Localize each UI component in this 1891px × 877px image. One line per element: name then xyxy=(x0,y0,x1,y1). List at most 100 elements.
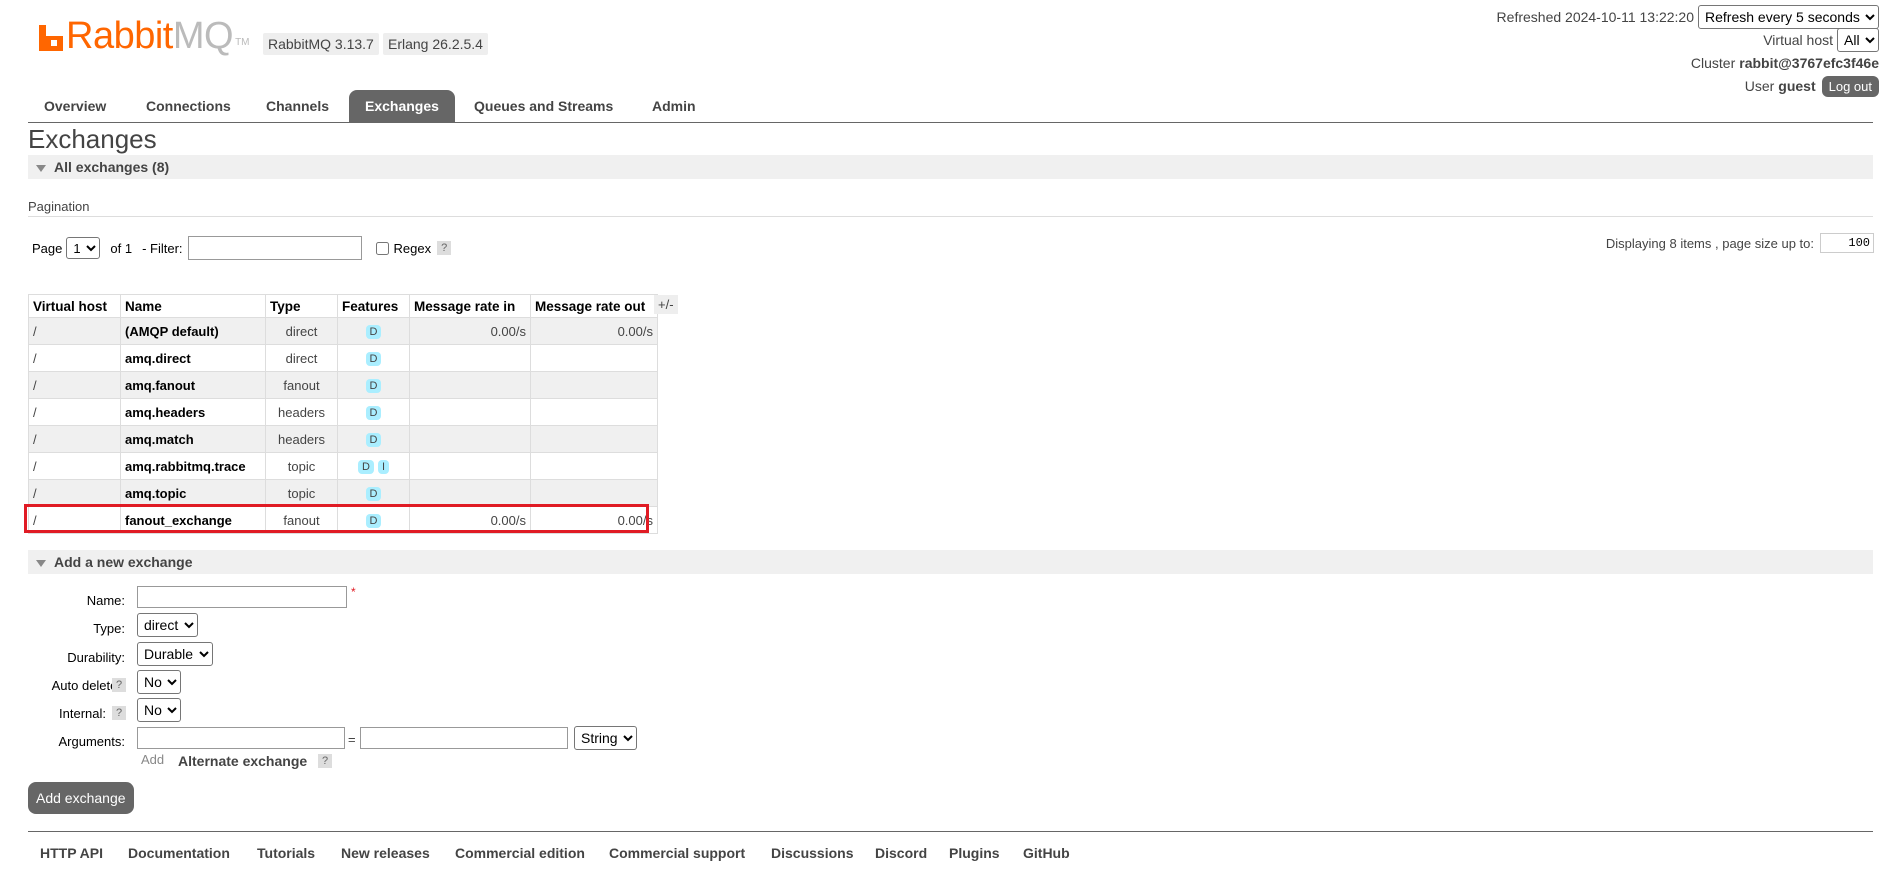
table-header-row: Virtual host Name Type Features Message … xyxy=(28,294,658,318)
cell-rate-in: 0.00/s xyxy=(409,317,531,345)
displaying-items-label: Displaying 8 items , page size up to: xyxy=(1605,235,1814,251)
add-exchange-button[interactable]: Add exchange xyxy=(28,782,134,814)
tab-admin[interactable]: Admin xyxy=(636,90,712,122)
cell-name-link[interactable]: (AMQP default) xyxy=(120,317,266,345)
col-message-rate-out[interactable]: Message rate out xyxy=(530,294,658,318)
feature-internal-badge[interactable]: I xyxy=(377,460,389,474)
vhost-select[interactable]: All xyxy=(1837,28,1879,52)
cell-name-link[interactable]: amq.match xyxy=(120,425,266,453)
exchange-name-input[interactable] xyxy=(137,586,347,608)
tab-channels[interactable]: Channels xyxy=(250,90,345,122)
auto-delete-label: Auto delete: xyxy=(51,678,121,693)
table-row[interactable]: / amq.fanout fanout D xyxy=(28,371,658,399)
cell-type: fanout xyxy=(265,371,338,399)
argument-value-input[interactable] xyxy=(360,727,568,749)
display-info: Displaying 8 items , page size up to: xyxy=(1606,233,1874,253)
col-message-rate-in[interactable]: Message rate in xyxy=(409,294,531,318)
internal-help-icon[interactable]: ? xyxy=(112,706,127,720)
table-row[interactable]: / (AMQP default) direct D 0.00/s 0.00/s xyxy=(28,317,658,345)
cell-rate-out xyxy=(530,452,658,480)
tab-exchanges[interactable]: Exchanges xyxy=(349,90,455,122)
exchange-type-select[interactable]: direct xyxy=(137,613,198,637)
table-row[interactable]: / amq.headers headers D xyxy=(28,398,658,426)
page-select[interactable]: 1 xyxy=(66,237,101,259)
footer-link-discussions[interactable]: Discussions xyxy=(771,845,853,861)
cell-rate-in xyxy=(409,371,531,399)
cell-rate-out xyxy=(530,398,658,426)
internal-select[interactable]: No xyxy=(137,698,181,722)
footer-link-http-api[interactable]: HTTP API xyxy=(40,845,103,861)
table-row[interactable]: / amq.direct direct D xyxy=(28,344,658,372)
filter-input[interactable] xyxy=(187,236,362,260)
cell-name-link[interactable]: amq.rabbitmq.trace xyxy=(120,452,266,480)
cell-type: direct xyxy=(265,344,338,372)
cell-rate-out xyxy=(530,479,658,507)
refresh-interval-select[interactable]: Refresh every 5 seconds xyxy=(1698,5,1879,29)
auto-delete-help-icon[interactable]: ? xyxy=(112,678,127,692)
cell-name-link[interactable]: amq.headers xyxy=(120,398,266,426)
cell-name-link[interactable]: amq.topic xyxy=(120,479,266,507)
feature-durable-badge[interactable]: D xyxy=(365,325,382,339)
add-argument-link[interactable]: Add xyxy=(141,752,164,767)
table-row[interactable]: / amq.match headers D xyxy=(28,425,658,453)
feature-durable-badge[interactable]: D xyxy=(365,352,382,366)
footer-link-documentation[interactable]: Documentation xyxy=(128,845,230,861)
argument-type-select[interactable]: String xyxy=(574,726,637,750)
cell-name-link[interactable]: amq.direct xyxy=(120,344,266,372)
tab-queues-and-streams[interactable]: Queues and Streams xyxy=(458,90,629,122)
footer-link-github[interactable]: GitHub xyxy=(1023,845,1070,861)
footer-link-new-releases[interactable]: New releases xyxy=(341,845,430,861)
regex-help-icon[interactable]: ? xyxy=(437,241,452,255)
rabbitmq-logo[interactable]: Rabbit MQ TM xyxy=(39,16,250,56)
alternate-exchange-help-icon[interactable]: ? xyxy=(318,754,333,768)
durability-label: Durability: xyxy=(67,650,125,665)
cell-features: D xyxy=(337,344,410,372)
cell-features: D xyxy=(337,398,410,426)
cluster-label: Cluster xyxy=(1690,55,1736,71)
page-size-input[interactable] xyxy=(1820,233,1874,253)
cell-type: headers xyxy=(265,398,338,426)
cell-rate-out xyxy=(530,371,658,399)
add-exchange-toggle[interactable]: Add a new exchange xyxy=(28,550,1873,574)
cell-type: direct xyxy=(265,317,338,345)
col-type[interactable]: Type xyxy=(265,294,338,318)
all-exchanges-toggle[interactable]: All exchanges (8) xyxy=(28,155,1873,179)
cell-rate-out: 0.00/s xyxy=(530,317,658,345)
durability-select[interactable]: Durable xyxy=(137,642,213,666)
cell-vhost: / xyxy=(28,317,121,345)
cell-vhost: / xyxy=(28,344,121,372)
header-status: Refreshed 2024-10-11 13:22:20 Refresh ev… xyxy=(1497,5,1879,98)
argument-key-input[interactable] xyxy=(137,727,345,749)
col-name[interactable]: Name xyxy=(120,294,266,318)
footer-link-commercial-support[interactable]: Commercial support xyxy=(609,845,745,861)
cell-rate-in xyxy=(409,398,531,426)
table-row[interactable]: / amq.topic topic D xyxy=(28,479,658,507)
cell-rate-out xyxy=(530,425,658,453)
toggle-columns-button[interactable]: +/- xyxy=(654,295,678,314)
pagination-divider xyxy=(28,216,1873,217)
feature-durable-badge[interactable]: D xyxy=(365,379,382,393)
col-virtual-host[interactable]: Virtual host xyxy=(28,294,121,318)
cluster-name: rabbit@3767efc3f46e xyxy=(1739,55,1879,71)
footer-link-tutorials[interactable]: Tutorials xyxy=(257,845,315,861)
tab-overview[interactable]: Overview xyxy=(28,90,122,122)
cell-rate-out xyxy=(530,344,658,372)
rabbitmq-version-badge: RabbitMQ 3.13.7 xyxy=(263,33,379,55)
feature-durable-badge[interactable]: D xyxy=(357,460,374,474)
feature-durable-badge[interactable]: D xyxy=(365,433,382,447)
col-features[interactable]: Features xyxy=(337,294,410,318)
feature-durable-badge[interactable]: D xyxy=(365,487,382,501)
footer-link-plugins[interactable]: Plugins xyxy=(949,845,1000,861)
regex-checkbox[interactable] xyxy=(375,241,389,255)
footer-link-discord[interactable]: Discord xyxy=(875,845,927,861)
page-title: Exchanges xyxy=(28,124,157,154)
feature-durable-badge[interactable]: D xyxy=(365,406,382,420)
internal-label: Internal: xyxy=(59,706,106,721)
table-row[interactable]: / amq.rabbitmq.trace topic DI xyxy=(28,452,658,480)
tab-connections[interactable]: Connections xyxy=(130,90,247,122)
type-label: Type: xyxy=(93,621,125,636)
footer-link-commercial-edition[interactable]: Commercial edition xyxy=(455,845,585,861)
cell-name-link[interactable]: amq.fanout xyxy=(120,371,266,399)
alternate-exchange-link[interactable]: Alternate exchange xyxy=(178,753,307,769)
auto-delete-select[interactable]: No xyxy=(137,670,181,694)
